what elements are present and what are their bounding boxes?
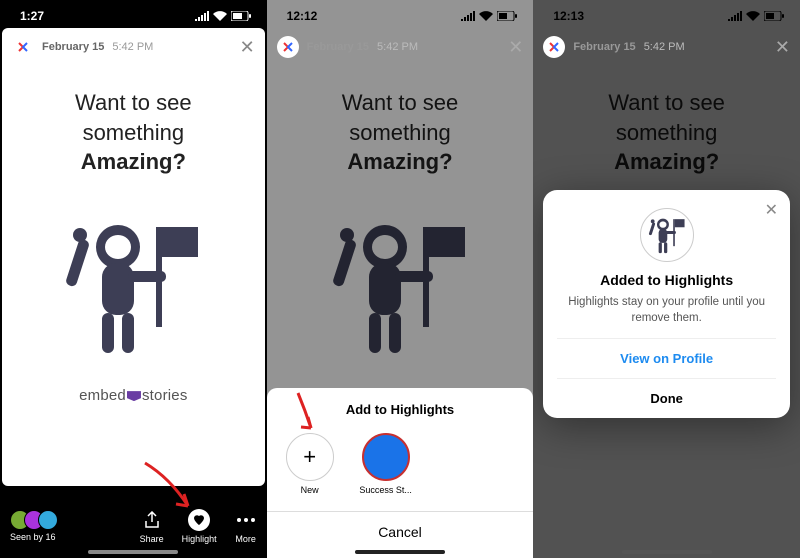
- screenshot-step-3: 12:13 February 15 5:42 PM ✕ Want to see …: [533, 0, 800, 558]
- brand-suffix: stories: [142, 387, 188, 404]
- wifi-icon: [213, 11, 227, 21]
- story-toolbar: Seen by 16 Share Highlight More: [0, 494, 267, 558]
- add-to-highlights-sheet: Add to Highlights + New Success St... Ca…: [267, 388, 534, 558]
- close-icon[interactable]: ✕: [775, 37, 790, 58]
- highlights-row: + New Success St...: [267, 427, 534, 499]
- more-label: More: [235, 534, 256, 544]
- seen-label: Seen by 16: [10, 532, 56, 542]
- more-button[interactable]: More: [235, 509, 257, 544]
- story-timestamp: 5:42 PM: [644, 41, 685, 53]
- sheet-title: Add to Highlights: [267, 398, 534, 427]
- battery-icon: [231, 11, 251, 21]
- modal-title: Added to Highlights: [557, 272, 776, 288]
- plus-icon: +: [286, 433, 334, 481]
- seen-avatars: [10, 510, 58, 530]
- clock: 12:12: [287, 9, 318, 23]
- story-date: February 15: [307, 41, 369, 53]
- close-icon[interactable]: ✕: [765, 200, 778, 220]
- brand-prefix: embed: [79, 387, 126, 404]
- modal-body: Highlights stay on your profile until yo…: [557, 294, 776, 326]
- close-icon[interactable]: ✕: [240, 37, 255, 58]
- status-indicators: [728, 11, 784, 21]
- close-icon[interactable]: ✕: [508, 37, 523, 58]
- status-indicators: [195, 11, 251, 21]
- existing-highlight-label: Success St...: [359, 485, 412, 495]
- highlight-button[interactable]: Highlight: [182, 509, 217, 544]
- home-indicator[interactable]: [88, 550, 178, 554]
- story-avatar[interactable]: [277, 36, 299, 58]
- existing-highlight-button[interactable]: Success St...: [357, 433, 415, 495]
- viewer-avatar: [38, 510, 58, 530]
- status-indicators: [461, 11, 517, 21]
- story-timestamp: 5:42 PM: [112, 41, 153, 53]
- seen-by[interactable]: Seen by 16: [10, 510, 58, 542]
- signal-icon: [461, 11, 475, 21]
- wifi-icon: [746, 11, 760, 21]
- screenshot-step-1: 1:27 February 15 5:42 PM ✕ Want to see s…: [0, 0, 267, 558]
- view-on-profile-button[interactable]: View on Profile: [557, 338, 776, 378]
- battery-icon: [764, 11, 784, 21]
- headline-strong: Amazing?: [81, 149, 186, 174]
- highlight-label: Highlight: [182, 534, 217, 544]
- highlight-thumbnail: [362, 433, 410, 481]
- share-icon: [141, 509, 163, 531]
- clock: 1:27: [20, 9, 44, 23]
- signal-icon: [195, 11, 209, 21]
- status-bar: 12:13: [533, 0, 800, 32]
- new-highlight-button[interactable]: + New: [281, 433, 339, 495]
- story-headline: Want to see something Amazing?: [2, 64, 265, 177]
- more-icon: [235, 509, 257, 531]
- status-bar: 12:12: [267, 0, 534, 32]
- headline-l2: something: [83, 120, 185, 145]
- story-avatar[interactable]: [543, 36, 565, 58]
- status-bar: 1:27: [0, 0, 267, 32]
- clock: 12:13: [553, 9, 584, 23]
- headline-l1: Want to see: [75, 90, 192, 115]
- brand-logo: embed stories: [2, 387, 265, 404]
- signal-icon: [728, 11, 742, 21]
- story-date: February 15: [42, 41, 104, 53]
- story-avatar[interactable]: [12, 36, 34, 58]
- wifi-icon: [479, 11, 493, 21]
- battery-icon: [497, 11, 517, 21]
- astronaut-illustration: [58, 205, 208, 365]
- story-date: February 15: [573, 41, 635, 53]
- home-indicator[interactable]: [622, 550, 712, 554]
- brand-icon: [127, 391, 141, 401]
- added-to-highlights-modal: ✕ Added to Highlights Highlights stay on…: [543, 190, 790, 418]
- share-label: Share: [140, 534, 164, 544]
- share-button[interactable]: Share: [140, 509, 164, 544]
- home-indicator[interactable]: [355, 550, 445, 554]
- story-content: February 15 5:42 PM ✕ Want to see someth…: [2, 28, 265, 486]
- new-highlight-label: New: [301, 485, 319, 495]
- screenshot-step-2: 12:12 February 15 5:42 PM ✕ Want to see …: [267, 0, 534, 558]
- heart-icon: [188, 509, 210, 531]
- done-button[interactable]: Done: [557, 378, 776, 418]
- story-timestamp: 5:42 PM: [377, 41, 418, 53]
- highlight-thumbnail: [640, 208, 694, 262]
